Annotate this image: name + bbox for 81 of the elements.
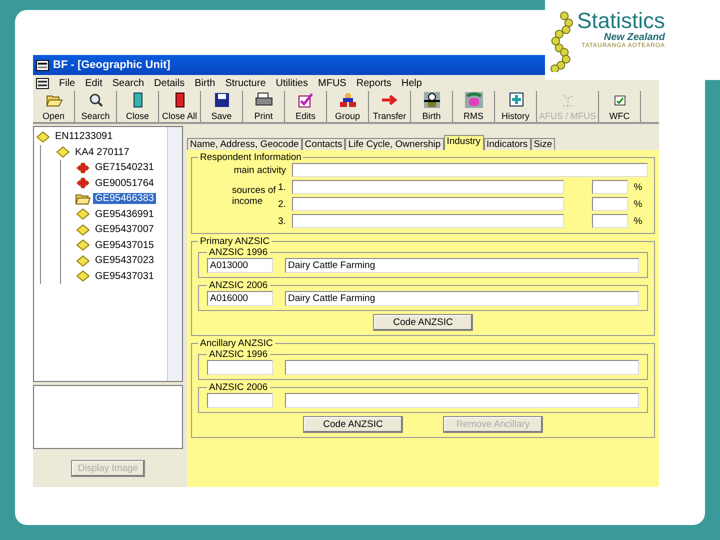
cube-icon — [55, 145, 71, 160]
group-title: Ancillary ANZSIC — [199, 338, 274, 349]
cube-icon — [75, 238, 91, 252]
group-title: ANZSIC 1996 — [208, 247, 269, 258]
tree-item[interactable]: GE95437031 — [93, 270, 156, 282]
cube-icon — [75, 269, 91, 284]
tree-item[interactable]: GE95437007 — [93, 224, 156, 236]
tree-item[interactable]: GE95437023 — [93, 255, 156, 266]
checkbox-icon — [296, 92, 316, 108]
group-title: Respondent Information — [199, 152, 302, 163]
input-field[interactable] — [292, 197, 564, 211]
menu-item[interactable]: Structure — [225, 78, 266, 88]
input-field[interactable] — [592, 214, 628, 228]
tab[interactable]: Indicators — [484, 138, 531, 150]
percent-sign: % — [632, 182, 644, 192]
group-title: ANZSIC 1996 — [208, 349, 269, 360]
tree-item[interactable]: GE95437015 — [93, 240, 156, 251]
scroll-bar[interactable] — [167, 127, 182, 381]
push-button[interactable]: Code ANZSIC — [303, 416, 403, 433]
menu-item[interactable]: Birth — [194, 78, 216, 88]
toolbar-button[interactable]: Close All — [159, 91, 201, 122]
printer-icon — [254, 92, 274, 108]
input-field[interactable] — [285, 393, 639, 408]
window-icon — [36, 60, 49, 70]
logo-subtitle: New Zealand — [604, 32, 666, 43]
tab[interactable]: Size — [530, 138, 556, 150]
input-field[interactable] — [592, 180, 628, 194]
input-field[interactable] — [292, 163, 648, 177]
percent-sign: % — [632, 198, 644, 210]
window-title: BF - [Geographic Unit] — [53, 59, 170, 71]
input-field[interactable]: Dairy Cattle Farming — [285, 258, 639, 273]
tab[interactable]: Industry — [444, 135, 484, 150]
document-icon — [36, 78, 49, 88]
tree-item[interactable]: GE71540231 — [93, 162, 156, 174]
tree-item[interactable]: GE95436991 — [93, 208, 156, 220]
menu-item[interactable]: File — [59, 78, 76, 88]
tab[interactable]: Name, Address, Geocode — [187, 138, 302, 150]
input-field[interactable] — [207, 393, 273, 408]
cube-with-cross-icon — [75, 176, 91, 190]
tree-item[interactable]: KA4 270117 — [73, 146, 132, 158]
input-field[interactable] — [592, 197, 628, 211]
person-icon — [422, 92, 442, 108]
row-number: 3. — [278, 216, 287, 226]
tree-item[interactable]: GE95466383 — [93, 193, 156, 204]
arrow-icon — [380, 92, 400, 108]
input-field[interactable] — [292, 180, 564, 194]
group-title: ANZSIC 2006 — [208, 280, 269, 291]
field-label: main activity — [232, 164, 287, 176]
cube-icon — [75, 254, 91, 268]
percent-sign: % — [632, 216, 644, 226]
input-field[interactable] — [207, 360, 273, 375]
group-title: Primary ANZSIC — [199, 236, 271, 247]
menu-item[interactable]: Edit — [85, 78, 102, 88]
input-field[interactable]: Dairy Cattle Farming — [285, 291, 639, 306]
menu-item[interactable]: Help — [401, 78, 422, 88]
input-field[interactable]: A016000 — [207, 291, 273, 306]
folder-icon — [75, 192, 91, 206]
tab[interactable]: Life Cycle, Ownership — [345, 138, 444, 150]
tree-item[interactable]: EN11233091 — [53, 131, 115, 142]
field-label: sources of income — [232, 184, 277, 206]
cube-icon — [75, 222, 91, 237]
cube-icon — [75, 207, 91, 222]
people-icon — [338, 92, 358, 108]
logo-wordmark: Statistics — [577, 10, 666, 32]
menu-item[interactable]: Details — [154, 78, 185, 88]
input-field[interactable] — [285, 360, 639, 375]
input-field[interactable] — [292, 214, 564, 228]
row-number: 2. — [278, 198, 287, 210]
menu-item[interactable]: MFUS — [318, 78, 346, 88]
telephone-icon — [464, 92, 484, 108]
cube-with-cross-icon — [75, 160, 91, 175]
cube-icon — [35, 130, 51, 144]
input-field[interactable]: A013000 — [207, 258, 273, 273]
menu-item[interactable]: Search — [112, 78, 144, 88]
menu-item[interactable]: Utilities — [276, 78, 308, 88]
menu-item[interactable]: Reports — [356, 78, 392, 88]
row-number: 1. — [278, 182, 287, 192]
group-title: ANZSIC 2006 — [208, 382, 269, 393]
push-button[interactable]: Code ANZSIC — [373, 314, 473, 331]
tab[interactable]: Contacts — [302, 138, 346, 150]
tree-item[interactable]: GE90051764 — [93, 178, 156, 189]
